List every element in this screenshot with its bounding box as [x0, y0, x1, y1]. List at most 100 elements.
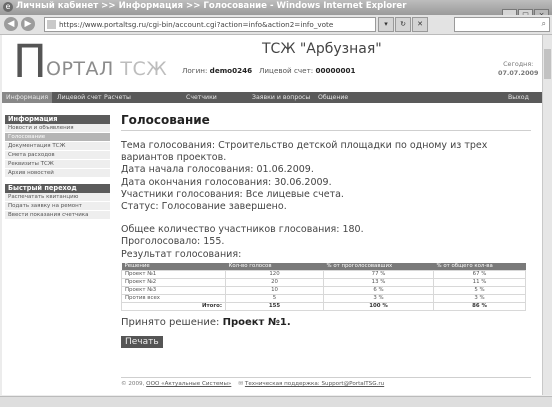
logo-portal: ОРТАЛ: [46, 58, 114, 80]
menu-item-meters[interactable]: Счетчики: [186, 92, 217, 103]
tsj-name: ТСЖ "Арбузная": [262, 41, 382, 57]
sidebar-info-title: Информация: [5, 115, 110, 124]
cell-pct-voted: 3 %: [323, 293, 434, 303]
footer-divider: [121, 377, 531, 378]
logo-letter: П: [13, 35, 47, 88]
cell-pct-total: 5 %: [433, 285, 526, 295]
vertical-scrollbar[interactable]: [542, 35, 552, 395]
main-content: Голосование Тема голосования: Строительс…: [121, 113, 531, 348]
cell-decision: Проект №1: [121, 269, 226, 279]
table-row: Против всех 5 3 % 3 %: [121, 293, 526, 303]
menu-item-info[interactable]: Информация: [2, 92, 53, 103]
sidebar-quick-title: Быстрый переход: [5, 184, 110, 193]
cell-pct-total: 11 %: [433, 277, 526, 287]
login-info: Логин: demo0246 Лицевой счет: 00000001: [182, 66, 356, 75]
cell-pct-total: 3 %: [433, 293, 526, 303]
today-block: Сегодня: 07.07.2009: [498, 60, 538, 78]
sidebar-item-news[interactable]: Новости и объявления: [5, 124, 110, 133]
today-date: 07.07.2009: [498, 69, 539, 77]
forward-icon[interactable]: ▶: [21, 17, 35, 31]
logo-tsj: ТСЖ: [120, 58, 168, 80]
lock-icon[interactable]: ▾: [378, 17, 394, 32]
table-total-row: Итого: 155 100 % 86 %: [121, 301, 526, 311]
vote-topic: Тема голосования: Строительство детской …: [121, 140, 488, 164]
cell-total-pct-voted: 100 %: [323, 301, 434, 311]
vote-status: Статус: Голосование завершено.: [121, 201, 287, 213]
menu-item-forum[interactable]: Общение: [318, 92, 348, 103]
url-input[interactable]: https://www.portaltsg.ru/cgi-bin/account…: [44, 17, 376, 32]
refresh-icon[interactable]: ↻: [395, 17, 411, 32]
cell-decision: Проект №3: [121, 285, 226, 295]
footer-copyright: © 2009,: [121, 381, 145, 387]
table-row: Проект №1 120 77 % 67 %: [121, 269, 526, 279]
cell-total-label: Итого:: [121, 301, 226, 311]
voted-count: Проголосовало: 155.: [121, 236, 225, 248]
cell-total-votes: 155: [225, 301, 324, 311]
site-header: П ОРТАЛ ТСЖ ТСЖ "Арбузная" Логин: demo02…: [2, 35, 543, 92]
col-pct-total: % от общего кол-ва: [433, 262, 526, 271]
sidebar-item-archive[interactable]: Архив новостей: [5, 169, 110, 178]
sidebar-item-voting[interactable]: Голосование: [5, 133, 110, 142]
vote-participants: Участники голосования: Все лицевые счета…: [121, 188, 344, 200]
cell-votes: 120: [225, 269, 324, 279]
ie-icon: e: [3, 2, 13, 12]
footer-support-link[interactable]: Техническая поддержка: Support@PortalTSG…: [245, 381, 384, 387]
total-participants: Общее количество участников глосования: …: [121, 224, 364, 236]
sidebar-item-print-receipt[interactable]: Распечатать квитанцию: [5, 193, 110, 202]
login-label: Логин:: [182, 66, 208, 75]
page-content: Информация Новости и объявления Голосова…: [2, 103, 543, 395]
results-table: Решение Кол-во голосов % от проголосовав…: [121, 262, 526, 311]
table-row: Проект №2 20 13 % 11 %: [121, 277, 526, 287]
footer-text: © 2009, ООО «Актуальные Системы» ✉ Техни…: [121, 381, 384, 387]
logout-link[interactable]: Выход: [508, 92, 529, 103]
col-votes: Кол-во голосов: [225, 262, 324, 271]
sidebar-item-meter-readings[interactable]: Ввести показания счетчика: [5, 211, 110, 220]
browser-window: e Личный кабинет >> Информация >> Голосо…: [0, 0, 552, 407]
title-bar: e Личный кабинет >> Информация >> Голосо…: [0, 0, 552, 21]
footer-company-link[interactable]: ООО «Актуальные Системы»: [146, 381, 231, 387]
search-input[interactable]: ⌕: [454, 17, 550, 32]
cell-decision: Проект №2: [121, 277, 226, 287]
vote-start-date: Дата начала голосования: 01.06.2009.: [121, 164, 314, 176]
main-menu: Информация Лицевой счет Расчеты Счетчики…: [2, 92, 543, 103]
logo[interactable]: ОРТАЛ ТСЖ: [46, 58, 167, 80]
menu-item-requests[interactable]: Заявки и вопросы: [252, 92, 310, 103]
cell-decision: Против всех: [121, 293, 226, 303]
status-bar: [0, 396, 552, 407]
window-title: Личный кабинет >> Информация >> Голосова…: [16, 1, 407, 11]
sidebar-item-budget[interactable]: Смета расходов: [5, 151, 110, 160]
scrollbar-thumb[interactable]: [544, 49, 551, 79]
login-value: demo0246: [209, 66, 253, 75]
decision-value: Проект №1.: [222, 316, 291, 328]
print-button[interactable]: Печать: [121, 335, 163, 348]
sidebar-item-docs[interactable]: Документация ТСЖ: [5, 142, 110, 151]
search-icon[interactable]: ⌕: [542, 19, 546, 29]
decision: Принято решение: Проект №1.: [121, 317, 531, 329]
cell-pct-total: 67 %: [433, 269, 526, 279]
cell-votes: 5: [225, 293, 324, 303]
cell-pct-voted: 6 %: [323, 285, 434, 295]
page-title: Голосование: [121, 113, 210, 127]
sidebar-item-repair-request[interactable]: Подать заявку на ремонт: [5, 202, 110, 211]
url-text: https://www.portaltsg.ru/cgi-bin/account…: [59, 20, 334, 29]
vote-end-date: Дата окончания голосования: 30.06.2009.: [121, 176, 332, 188]
cell-pct-voted: 13 %: [323, 277, 434, 287]
cell-votes: 20: [225, 277, 324, 287]
stop-icon[interactable]: ✕: [412, 17, 428, 32]
cell-votes: 10: [225, 285, 324, 295]
col-pct-voted: % от проголосовавших: [323, 262, 434, 271]
sidebar-item-requisites[interactable]: Реквизиты ТСЖ: [5, 160, 110, 169]
col-decision: Решение: [121, 262, 226, 271]
mail-icon: ✉: [238, 381, 244, 387]
menu-item-account[interactable]: Лицевой счет: [57, 92, 102, 103]
page-icon: [47, 20, 56, 29]
address-bar: ◀ ▶ https://www.portaltsg.ru/cgi-bin/acc…: [0, 15, 552, 35]
sidebar: Информация Новости и объявления Голосова…: [5, 115, 110, 220]
cell-total-pct-total: 86 %: [433, 301, 526, 311]
back-icon[interactable]: ◀: [4, 17, 18, 31]
menu-item-payments[interactable]: Расчеты: [104, 92, 131, 103]
account-label: Лицевой счет:: [258, 66, 314, 75]
today-label: Сегодня:: [503, 60, 534, 68]
account-value: 00000001: [315, 66, 356, 75]
table-row: Проект №3 10 6 % 5 %: [121, 285, 526, 295]
